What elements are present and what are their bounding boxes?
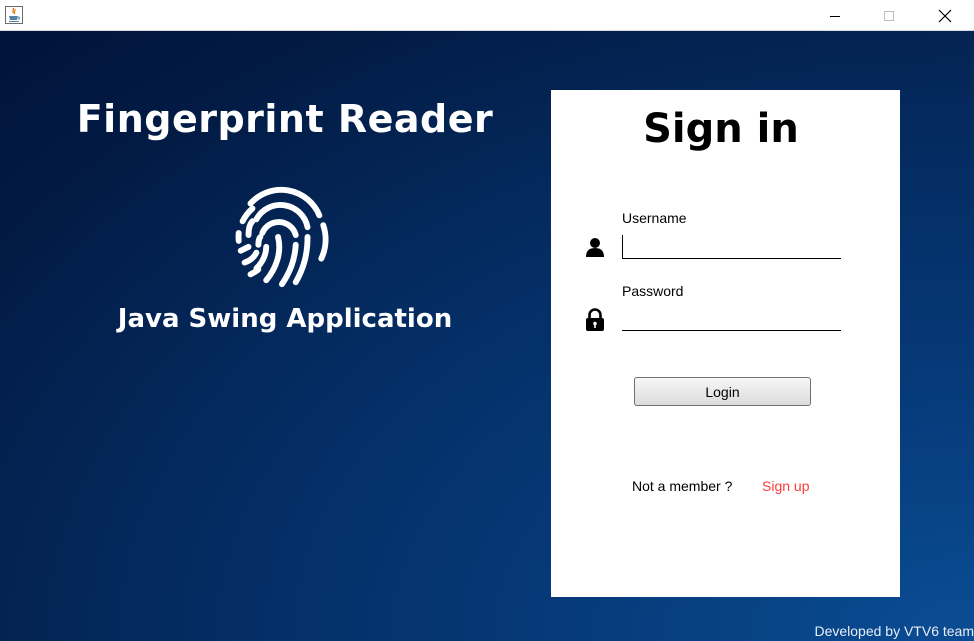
- signin-panel: Sign in Username Password Login Not a me…: [551, 90, 900, 597]
- password-label: Password: [622, 283, 684, 299]
- username-input[interactable]: [622, 235, 841, 259]
- close-icon: [938, 9, 952, 22]
- signin-title: Sign in: [643, 106, 799, 152]
- app-subtitle: Java Swing Application: [117, 304, 453, 334]
- minimize-button[interactable]: [812, 0, 858, 31]
- close-button[interactable]: [922, 0, 968, 31]
- user-icon: [586, 238, 604, 257]
- main-content: Fingerprint Reader Java Swing Applicatio…: [0, 31, 974, 641]
- lock-icon: [586, 308, 604, 331]
- not-member-text: Not a member ?: [632, 478, 733, 494]
- fingerprint-icon: [235, 186, 329, 288]
- password-input[interactable]: [622, 307, 841, 331]
- username-label: Username: [622, 210, 687, 226]
- minimize-icon: [830, 15, 840, 17]
- maximize-icon: [884, 10, 894, 21]
- signup-link[interactable]: Sign up: [762, 478, 809, 494]
- developer-credit: Developed by VTV6 team: [814, 623, 974, 639]
- title-bar: [0, 0, 974, 31]
- java-icon[interactable]: [5, 6, 23, 24]
- login-button[interactable]: Login: [634, 377, 811, 406]
- maximize-button[interactable]: [866, 0, 912, 31]
- app-title: Fingerprint Reader: [76, 97, 494, 141]
